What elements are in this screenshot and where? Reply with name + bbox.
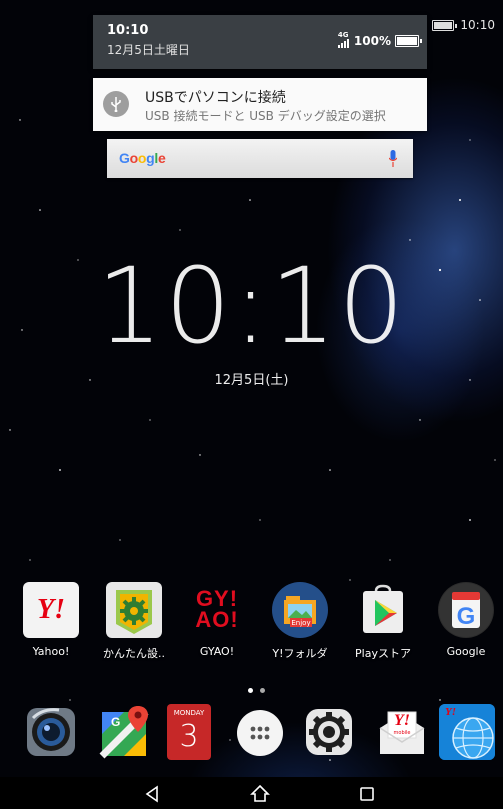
notification-subtitle: USB 接続モードと USB デバッグ設定の選択 — [145, 109, 386, 123]
app-label: Yahoo! — [32, 645, 70, 658]
shade-battery-icon — [395, 34, 422, 47]
app-label: かんたん設.. — [103, 647, 165, 660]
app-label: GYAO! — [199, 645, 235, 658]
svg-text:Enjoy: Enjoy — [291, 619, 310, 627]
google-logo: Google — [119, 150, 166, 166]
battery-icon — [432, 19, 458, 31]
calendar-day: 3 — [179, 719, 199, 754]
app-label: Y!フォルダ — [272, 647, 328, 660]
easy-settings-icon — [106, 582, 162, 638]
settings-icon — [301, 704, 357, 760]
calendar-icon: MONDAY 3 — [167, 704, 211, 760]
camera-icon — [23, 704, 79, 760]
app-yahoo[interactable]: Y! Yahoo! — [15, 582, 87, 658]
browser-logo: Y! — [445, 706, 456, 718]
app-google[interactable]: G Google — [430, 582, 502, 658]
ymobile-mail-logo: Y! — [394, 712, 410, 729]
dock-ymobile-mail[interactable]: Y! mobile — [366, 704, 438, 760]
svg-text:G: G — [457, 603, 476, 630]
dock-maps[interactable]: G — [90, 704, 162, 760]
gyao-icon: GY! AO! — [195, 586, 239, 632]
shade-date: 12月5日土曜日 — [107, 43, 190, 57]
app-drawer-icon — [237, 710, 283, 756]
app-easy-settings[interactable]: かんたん設.. — [98, 582, 170, 661]
shade-status: 4G 100% — [337, 31, 422, 50]
play-store-icon — [355, 582, 411, 638]
dock-calendar[interactable]: MONDAY 3 — [153, 704, 225, 760]
app-label: Google — [446, 645, 486, 658]
dock-browser[interactable]: Y! — [431, 704, 503, 760]
recents-icon[interactable] — [356, 783, 378, 805]
status-bar-time: 10:10 — [460, 18, 495, 32]
ymobile-mail-sub: mobile — [393, 730, 411, 736]
dock-app-drawer[interactable] — [224, 704, 296, 756]
svg-text:G: G — [111, 715, 120, 729]
home-screen: % 10:10 10:10 12月5日土曜日 4G 100% USBでパソコンに… — [0, 0, 503, 809]
app-label: Playストア — [355, 647, 411, 660]
browser-icon: Y! — [439, 704, 495, 760]
yahoo-icon: Y! — [23, 582, 79, 638]
shade-battery-percent: 100% — [353, 33, 391, 48]
status-bar: % 10:10 — [416, 18, 495, 32]
clock-widget-time[interactable]: 10:10 — [0, 245, 503, 367]
calendar-weekday: MONDAY — [173, 709, 205, 717]
app-y-folder[interactable]: Enjoy Y!フォルダ — [264, 582, 336, 661]
google-search-bar[interactable]: Google — [107, 139, 413, 178]
dock-settings[interactable] — [293, 704, 365, 760]
signal-icon: 4G — [337, 31, 350, 50]
navigation-bar — [0, 777, 503, 809]
usb-icon — [103, 91, 129, 117]
clock-widget-date: 12月5日(土) — [214, 373, 289, 388]
usb-notification[interactable]: USBでパソコンに接続 USB 接続モードと USB デバッグ設定の選択 — [93, 78, 427, 131]
mic-icon[interactable] — [389, 150, 397, 167]
ymobile-mail-icon: Y! mobile — [374, 704, 430, 760]
back-icon[interactable] — [142, 783, 164, 805]
app-gyao[interactable]: GY! AO! GYAO! — [181, 582, 253, 659]
network-type: 4G — [337, 31, 349, 39]
app-play-store[interactable]: Playストア — [347, 582, 419, 661]
home-icon[interactable] — [249, 783, 271, 805]
folder-icon: Enjoy — [272, 582, 328, 638]
maps-icon: G — [98, 704, 154, 760]
shade-time: 10:10 — [107, 23, 149, 38]
google-icon: G — [438, 582, 494, 638]
notification-title: USBでパソコンに接続 — [145, 90, 286, 106]
page-indicator — [248, 688, 265, 693]
dock-camera[interactable] — [15, 704, 87, 760]
notification-shade-header[interactable]: 10:10 12月5日土曜日 4G 100% — [93, 15, 427, 69]
